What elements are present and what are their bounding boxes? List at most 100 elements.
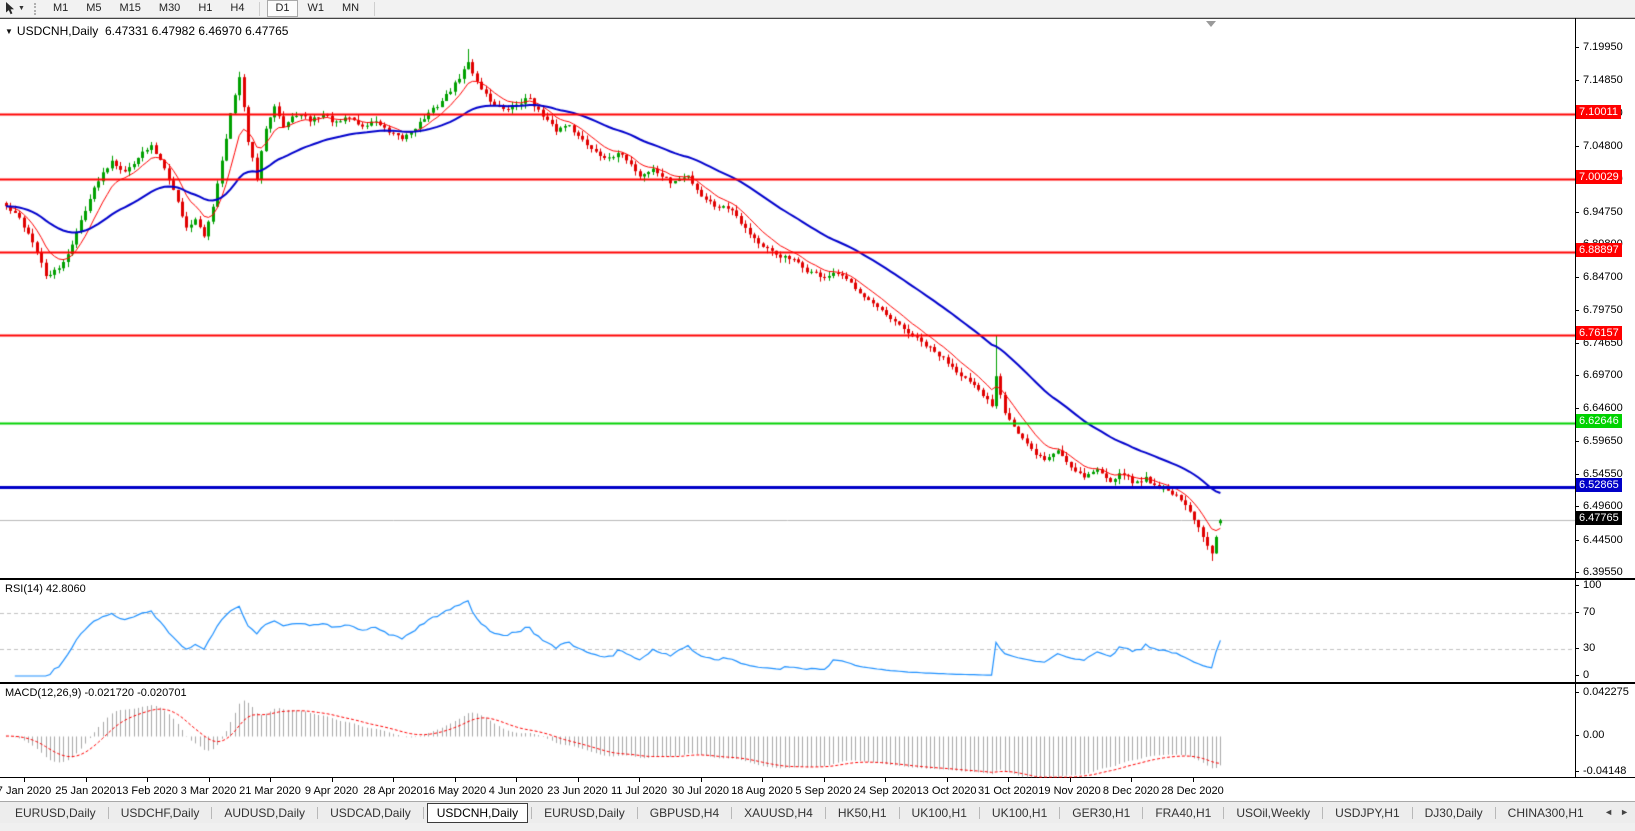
symbol-tab-usoil-weekly[interactable]: USOil,Weekly — [1227, 804, 1319, 822]
price-axis-tick — [1575, 408, 1579, 410]
date-axis-tick — [700, 778, 702, 782]
macd-axis-label: -0.04148 — [1583, 765, 1627, 777]
date-axis-label: 28 Apr 2020 — [363, 785, 423, 797]
price-axis-tick — [1575, 309, 1579, 311]
date-axis-tick — [208, 778, 210, 782]
toolbar-separator — [374, 1, 376, 16]
toolbar: ▼ M1 M5 M15 M30 H1 H4 D1 W1 MN — [0, 0, 1635, 18]
date-axis: 7 Jan 2020 25 Jan 2020 13 Feb 2020 3 Mar 20… — [0, 778, 1635, 801]
rsi-axis-label: 100 — [1583, 579, 1602, 591]
timeframe-button-d1[interactable]: D1 — [267, 0, 298, 17]
rsi-indicator-canvas[interactable] — [0, 581, 1575, 683]
symbol-tab-audusd-daily[interactable]: AUDUSD,Daily — [215, 804, 314, 822]
price-axis-tick — [1575, 211, 1579, 213]
timeframe-button-m5[interactable]: M5 — [78, 0, 109, 17]
symbol-tab-uk100-h1[interactable]: UK100,H1 — [903, 804, 976, 822]
date-axis-label: 19 Nov 2020 — [1038, 785, 1101, 797]
price-chart-panel: ▼ USDCNH,Daily 6.47331 6.47982 6.46970 6.… — [0, 18, 1635, 579]
tab-divider — [1142, 806, 1144, 819]
date-axis-label: 7 Jan 2020 — [0, 785, 52, 797]
price-axis-label: 6.64600 — [1583, 402, 1623, 415]
symbol-tab-usdcnh-daily[interactable]: USDCNH,Daily — [426, 802, 529, 823]
date-axis-label: 13 Oct 2020 — [916, 785, 977, 797]
price-axis-label: 6.39550 — [1583, 566, 1623, 578]
symbol-tab-china300-h1[interactable]: CHINA300,H1 — [1499, 804, 1593, 822]
date-axis-tick — [516, 778, 517, 782]
price-axis-tick — [1575, 572, 1579, 573]
timeframe-button-m15[interactable]: M15 — [112, 0, 149, 17]
symbol-tab-eurusd-daily[interactable]: EURUSD,Daily — [535, 804, 634, 822]
symbol-tab-dj30-daily[interactable]: DJ30,Daily — [1416, 804, 1492, 822]
price-axis-tick — [1575, 277, 1579, 279]
tab-divider — [824, 806, 826, 819]
date-axis-label: 11 Jul 2020 — [610, 785, 668, 797]
tab-scroll-right-button[interactable]: ► — [1620, 802, 1629, 822]
tab-scroll-left-button[interactable]: ◄ — [1604, 802, 1613, 822]
macd-axis-tick — [1575, 735, 1579, 736]
price-level-label: 6.88897 — [1576, 242, 1622, 257]
macd-axis-label: 0.042275 — [1583, 686, 1629, 699]
price-axis-label: 6.94750 — [1583, 205, 1623, 218]
tab-divider — [1411, 806, 1413, 819]
date-axis-label: 9 Apr 2020 — [304, 785, 359, 797]
tab-divider — [1059, 806, 1061, 819]
rsi-indicator-panel: RSI(14) 42.8060 — [0, 579, 1635, 683]
cursor-arrow-icon — [4, 2, 15, 15]
price-axis-tick — [1575, 539, 1579, 541]
date-axis-tick — [393, 778, 394, 782]
symbol-tab-bar: EURUSD,Daily USDCHF,Daily AUDUSD,Daily USDC… — [0, 801, 1635, 823]
cursor-tool-button[interactable]: ▼ — [0, 1, 27, 17]
chart-shift-marker[interactable] — [1206, 21, 1216, 27]
date-axis-tick — [577, 778, 579, 782]
date-axis-tick — [946, 778, 948, 782]
rsi-axis-tick — [1575, 585, 1579, 586]
symbol-tab-eurusd-daily[interactable]: EURUSD,Daily — [6, 804, 105, 822]
rsi-axis-label: 0 — [1583, 669, 1590, 681]
date-axis-label: 25 Jan 2020 — [55, 785, 116, 797]
symbol-tab-ger30-h1[interactable]: GER30,H1 — [1063, 804, 1139, 822]
timeframe-button-w1[interactable]: W1 — [300, 0, 333, 17]
price-axis-scale: 7.199507.148507.098507.048006.998006.947… — [1575, 0, 1635, 831]
tab-divider — [636, 806, 638, 819]
symbol-tab-usdcad-daily[interactable]: USDCAD,Daily — [321, 804, 420, 822]
symbol-tab-usdchf-daily[interactable]: USDCHF,Daily — [112, 804, 209, 822]
date-axis-label: 4 Jun 2020 — [488, 785, 544, 797]
symbol-tab-hk50-h1[interactable]: HK50,H1 — [829, 804, 896, 822]
tab-divider — [1494, 806, 1496, 819]
symbol-tab-usdjpy-h1[interactable]: USDJPY,H1 — [1326, 804, 1408, 822]
price-axis-label: 6.69700 — [1583, 369, 1623, 382]
rsi-axis-tick — [1575, 612, 1579, 613]
timeframe-button-m30[interactable]: M30 — [151, 0, 188, 17]
macd-indicator-canvas[interactable] — [0, 685, 1575, 778]
date-axis-label: 24 Sep 2020 — [853, 785, 917, 797]
rsi-indicator-label: RSI(14) 42.8060 — [5, 583, 86, 595]
dropdown-caret-icon[interactable]: ▼ — [18, 5, 25, 12]
date-axis-tick — [147, 778, 148, 782]
price-level-label: 6.76157 — [1576, 325, 1622, 340]
symbol-tab-fra40-h1[interactable]: FRA40,H1 — [1146, 804, 1220, 822]
symbol-tab-xauusd-h4[interactable]: XAUUSD,H4 — [735, 804, 822, 822]
price-axis-tick — [1575, 440, 1579, 442]
date-axis-tick — [639, 778, 640, 782]
rsi-axis-tick — [1575, 675, 1579, 676]
tab-divider — [422, 806, 424, 819]
timeframe-button-m1[interactable]: M1 — [45, 0, 76, 17]
price-chart-canvas[interactable] — [0, 20, 1575, 579]
date-axis-label: 28 Dec 2020 — [1161, 785, 1224, 797]
symbol-tab-uk100-h1[interactable]: UK100,H1 — [983, 804, 1056, 822]
macd-axis-label: 0.00 — [1583, 729, 1605, 741]
date-axis-label: 3 Mar 2020 — [180, 785, 237, 797]
price-level-label: 6.52865 — [1576, 478, 1622, 493]
symbol-tab-gbpusd-h4[interactable]: GBPUSD,H4 — [641, 804, 728, 822]
price-axis-label: 7.19950 — [1583, 41, 1623, 53]
price-axis-tick — [1575, 80, 1579, 82]
timeframe-button-h4[interactable]: H4 — [222, 0, 252, 17]
collapse-arrow-icon[interactable]: ▼ — [5, 27, 13, 36]
timeframe-button-mn[interactable]: MN — [334, 0, 367, 17]
date-axis-tick — [762, 778, 763, 782]
price-axis-label: 6.44500 — [1583, 533, 1623, 546]
timeframe-button-h1[interactable]: H1 — [190, 0, 220, 17]
window-bottom-strip — [0, 823, 1635, 831]
rsi-axis-label: 70 — [1583, 606, 1596, 618]
price-axis-tick — [1575, 342, 1579, 344]
